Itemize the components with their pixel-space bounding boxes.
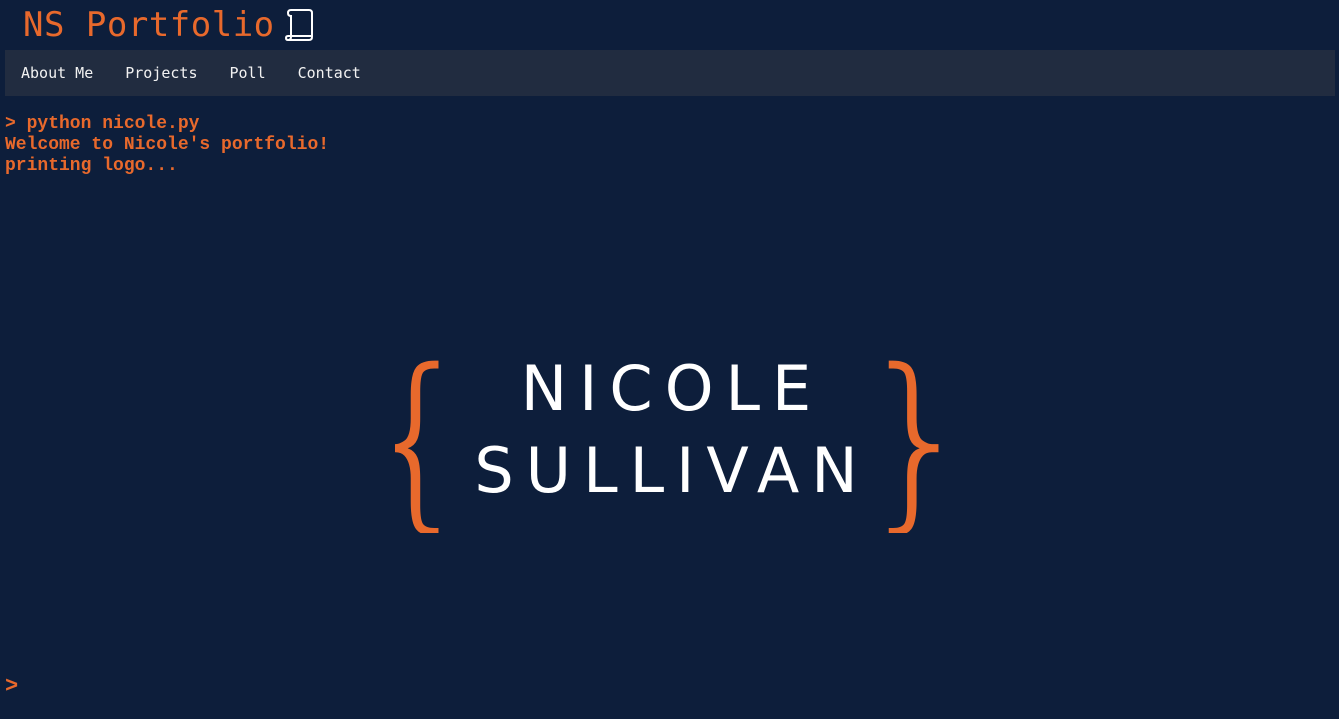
terminal-output: > python nicole.py Welcome to Nicole's p… (5, 114, 329, 177)
terminal-line-welcome: Welcome to Nicole's portfolio! (5, 135, 330, 155)
nicole-sullivan-logo: { NICOLE SULLIVAN } (395, 335, 940, 533)
terminal-line-printing: printing logo... (5, 156, 178, 176)
nav-item-contact[interactable]: Contact (282, 50, 377, 96)
logo-name-first: NICOLE (521, 352, 823, 425)
scroll-icon (284, 9, 313, 42)
logo-name-last: SULLIVAN (474, 434, 869, 507)
nav-item-poll[interactable]: Poll (214, 50, 282, 96)
terminal-prompt-input[interactable]: > (5, 674, 18, 700)
logo-bracket-right: } (857, 335, 940, 533)
terminal-line-command: > python nicole.py (5, 114, 200, 134)
site-header: NS Portfolio (23, 2, 315, 48)
nav-item-projects[interactable]: Projects (109, 50, 213, 96)
main-nav: About Me Projects Poll Contact (5, 50, 1335, 96)
site-title[interactable]: NS Portfolio (23, 2, 275, 48)
logo-bracket-left: { (395, 335, 477, 533)
nav-item-about-me[interactable]: About Me (5, 50, 109, 96)
